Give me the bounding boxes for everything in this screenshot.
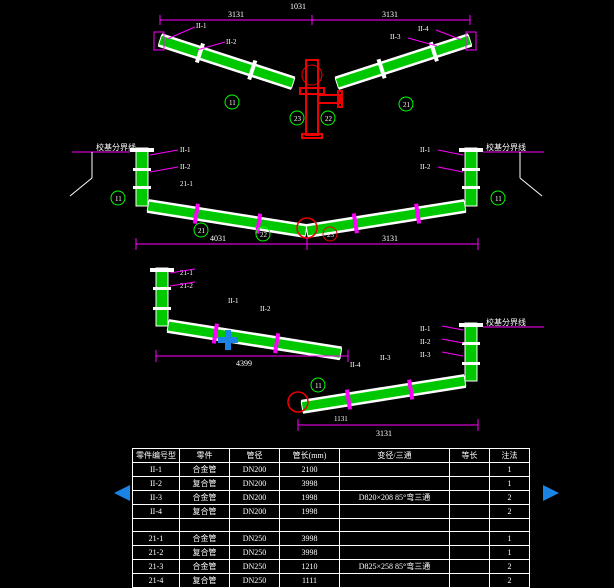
svg-text:4399: 4399	[236, 359, 252, 368]
svg-text:II-2: II-2	[180, 163, 191, 171]
table-row: 21-2复合管DN25039981	[133, 546, 530, 560]
svg-text:II-3: II-3	[420, 351, 431, 359]
svg-text:II-1: II-1	[196, 22, 207, 30]
view3-right: 11 3131 1131 校基分界线 II-1 II-2 II-3 II-3 I…	[288, 317, 544, 438]
svg-text:II-3: II-3	[380, 354, 391, 362]
table-row: 21-3合金管DN2501210D825×258 85°弯三通2	[133, 560, 530, 574]
note-text: 校基分界线	[96, 142, 136, 152]
svg-text:II-1: II-1	[228, 297, 239, 305]
svg-text:4031: 4031	[210, 234, 226, 243]
svg-text:II-2: II-2	[260, 305, 271, 313]
svg-text:II-4: II-4	[350, 361, 361, 369]
table-row: II-3合金管DN2001998D820×208 85°弯三通2	[133, 491, 530, 505]
dim-text: 3131	[228, 10, 244, 19]
th: 注法	[490, 449, 530, 463]
svg-text:11: 11	[315, 382, 322, 390]
note-text: 校基分界线	[486, 142, 526, 152]
table-row	[133, 519, 530, 532]
view2: 4031 3131 校基分界线 11 校基分界线 11 II-1 II-2 21…	[70, 142, 544, 250]
svg-text:II-2: II-2	[420, 338, 431, 346]
table-row: 21-1合金管DN25039981	[133, 532, 530, 546]
svg-text:3131: 3131	[376, 429, 392, 438]
svg-text:21: 21	[403, 101, 411, 109]
svg-text:11: 11	[115, 195, 122, 203]
table-row: II-4复合管DN20019982	[133, 505, 530, 519]
svg-text:23: 23	[327, 231, 335, 239]
svg-text:校基分界线: 校基分界线	[486, 317, 526, 327]
dim-text: 1031	[290, 2, 306, 11]
th: 管径	[230, 449, 280, 463]
svg-text:II-2: II-2	[420, 163, 431, 171]
svg-text:11: 11	[495, 195, 502, 203]
svg-text:II-1: II-1	[420, 325, 431, 333]
svg-text:22: 22	[325, 115, 333, 123]
svg-text:22: 22	[260, 231, 268, 239]
th: 零件编号型	[133, 449, 180, 463]
svg-text:II-1: II-1	[180, 146, 191, 154]
svg-text:3131: 3131	[382, 234, 398, 243]
svg-text:II-1: II-1	[420, 146, 431, 154]
svg-text:II-3: II-3	[390, 33, 401, 41]
svg-text:11: 11	[229, 99, 236, 107]
svg-text:23: 23	[294, 115, 302, 123]
svg-text:1131: 1131	[334, 415, 348, 423]
th: 等长	[450, 449, 490, 463]
view1: 3131 3131 1031 11 23 22	[154, 2, 476, 138]
table-row: 21-4复合管DN25011112	[133, 574, 530, 588]
th: 变径/三通	[340, 449, 450, 463]
view3-left: 4399 21-1 21-2 II-1 II-2	[150, 268, 348, 368]
svg-text:II-4: II-4	[418, 25, 429, 33]
svg-text:21: 21	[198, 227, 206, 235]
nav-next[interactable]	[543, 485, 559, 501]
th: 零件	[180, 449, 230, 463]
table-row: II-2复合管DN20039981	[133, 477, 530, 491]
nav-prev[interactable]	[114, 485, 130, 501]
cursor-plus-icon	[218, 330, 238, 350]
th: 管长(mm)	[280, 449, 340, 463]
parts-table: 零件编号型 零件 管径 管长(mm) 变径/三通 等长 注法 II-1合金管DN…	[132, 448, 530, 588]
svg-text:II-2: II-2	[226, 38, 237, 46]
table-row: II-1合金管DN20021001	[133, 463, 530, 477]
svg-text:21-1: 21-1	[180, 180, 193, 188]
dim-text: 3131	[382, 10, 398, 19]
